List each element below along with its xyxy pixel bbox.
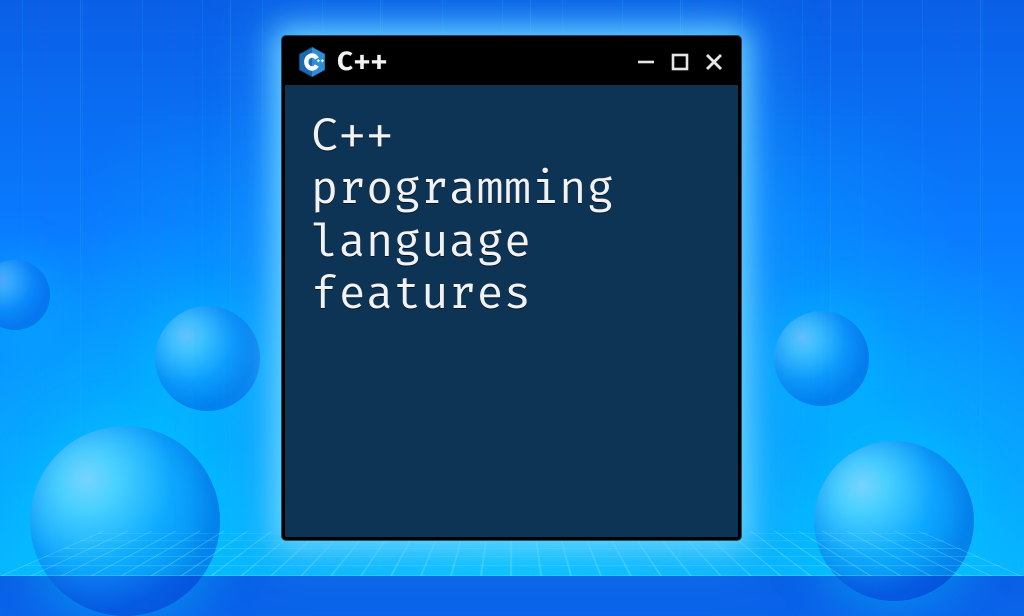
background-sphere (774, 311, 869, 406)
maximize-button[interactable] (668, 50, 692, 74)
terminal-text: C++ programming language features (311, 111, 712, 322)
background-sphere (155, 306, 260, 411)
cpp-logo-icon (297, 45, 327, 79)
titlebar[interactable]: C++ (285, 39, 738, 85)
background-sphere (0, 260, 50, 330)
minimize-button[interactable] (634, 50, 658, 74)
background-sphere (814, 441, 974, 601)
terminal-window: C++ C++ programming language features (282, 36, 741, 540)
window-title: C++ (337, 46, 624, 78)
background-sphere (30, 426, 220, 616)
window-controls (634, 50, 726, 74)
terminal-body: C++ programming language features (285, 85, 738, 537)
close-button[interactable] (702, 50, 726, 74)
